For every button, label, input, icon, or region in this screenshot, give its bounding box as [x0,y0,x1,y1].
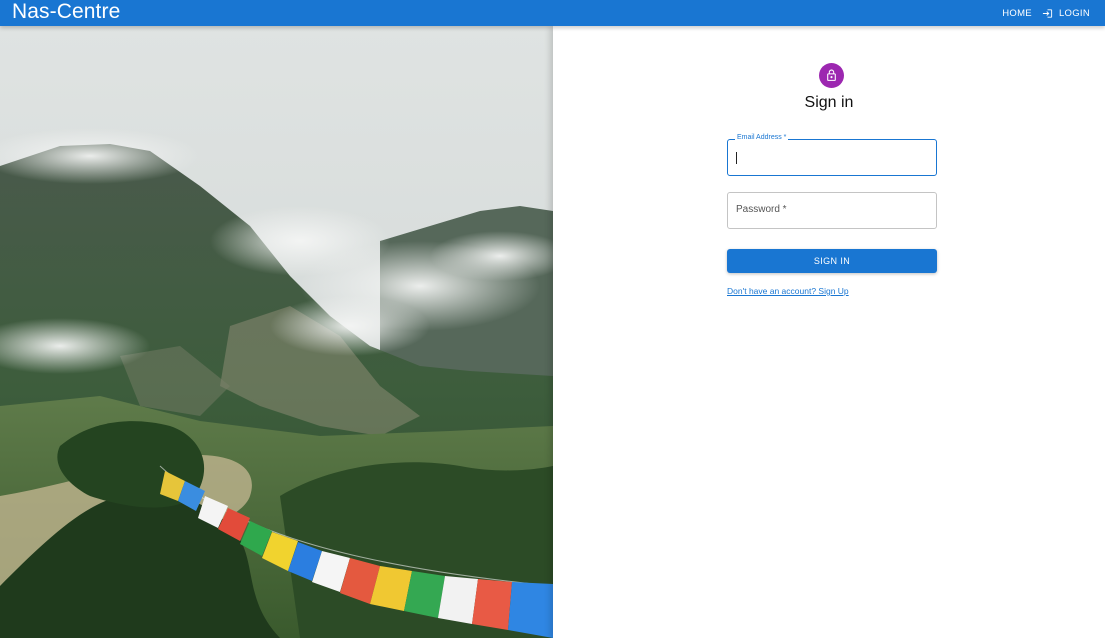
lock-icon [827,69,836,81]
password-input[interactable] [728,193,936,228]
hero-image [0,26,553,638]
home-button[interactable]: HOME [1002,8,1032,19]
home-label: HOME [1002,7,1032,19]
login-label: LOGIN [1058,7,1090,19]
password-field[interactable]: Password * [727,192,937,229]
page-title: Sign in [804,94,854,111]
email-input[interactable] [728,140,936,175]
avatar [819,63,844,88]
nav-menu: HOME LOGIN [1002,0,1090,26]
sign-in-button[interactable]: SIGN IN [727,249,937,273]
login-button[interactable]: LOGIN [1042,8,1090,19]
sign-up-link[interactable]: Don't have an account? Sign Up [727,286,849,296]
app-bar: Nas-Centre HOME LOGIN [0,0,1105,26]
login-icon [1042,8,1053,18]
signin-panel: Sign in Email Address * Password * SIGN … [553,26,1105,638]
email-field[interactable]: Email Address * [727,134,937,176]
app-title[interactable]: Nas-Centre [12,0,120,26]
